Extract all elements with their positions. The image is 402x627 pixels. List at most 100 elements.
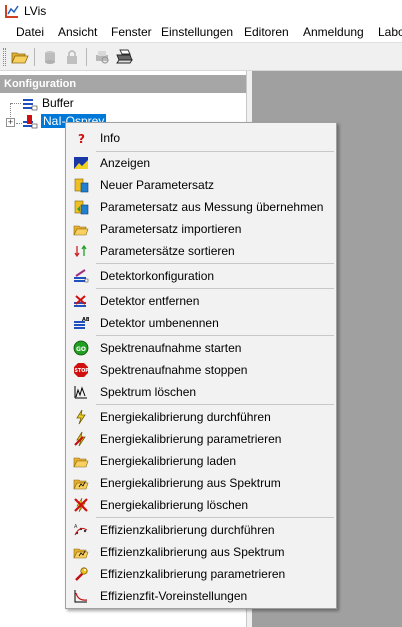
load-folder-icon bbox=[73, 457, 89, 468]
menu-item-label: Neuer Parametersatz bbox=[100, 178, 215, 192]
print-button[interactable] bbox=[114, 47, 134, 67]
question-icon: ? bbox=[78, 132, 85, 146]
menu-item-label: Effizienzkalibrierung durchführen bbox=[100, 523, 275, 537]
toolbar bbox=[0, 43, 402, 71]
menu-item-parametersatz-importieren[interactable]: Parametersatz importieren bbox=[68, 218, 334, 240]
lock-icon-disabled bbox=[67, 50, 77, 64]
menu-item-label: Energiekalibrierung löschen bbox=[100, 498, 249, 512]
lightning-icon bbox=[76, 409, 86, 425]
menu-labor[interactable]: Labo bbox=[378, 25, 402, 39]
svg-text:AB: AB bbox=[82, 317, 89, 323]
menu-item-energiekalibrierung-aus-spektrum[interactable]: Energiekalibrierung aus Spektrum bbox=[68, 472, 334, 494]
svg-text:A: A bbox=[74, 524, 78, 530]
cylinder-icon-disabled bbox=[45, 51, 55, 64]
toolbar-separator bbox=[34, 48, 35, 66]
display-icon bbox=[74, 157, 88, 169]
menu-item-label: Effizienzkalibrierung aus Spektrum bbox=[100, 545, 285, 559]
tree-item-buffer[interactable]: Buffer bbox=[42, 96, 74, 110]
menu-bar: Datei Ansicht Fenster Einstellungen Edit… bbox=[0, 22, 402, 43]
menu-item-label: Detektor umbenennen bbox=[100, 316, 219, 330]
new-parameterset-icon bbox=[74, 178, 89, 193]
detector-icon bbox=[23, 115, 38, 129]
spectrum-delete-icon bbox=[74, 386, 87, 399]
open-folder-icon bbox=[11, 52, 29, 64]
menu-datei[interactable]: Datei bbox=[16, 25, 44, 39]
menu-item-detektor-entfernen[interactable]: Detektor entfernen bbox=[68, 290, 334, 312]
menu-item-energiekalibrierung-parametrieren[interactable]: Energiekalibrierung parametrieren bbox=[68, 428, 334, 450]
menu-item-label: Spektrenaufnahme starten bbox=[100, 341, 242, 355]
go-icon: GO bbox=[73, 340, 89, 356]
menu-item-spektrum-loeschen[interactable]: Spektrum löschen bbox=[68, 381, 334, 403]
tree-connector bbox=[11, 103, 21, 104]
menu-item-energiekalibrierung-laden[interactable]: Energiekalibrierung laden bbox=[68, 450, 334, 472]
menu-separator bbox=[96, 335, 334, 336]
menu-item-anzeigen[interactable]: Anzeigen bbox=[68, 152, 334, 174]
menu-item-label: Parametersätze sortieren bbox=[100, 244, 235, 258]
menu-separator bbox=[96, 517, 334, 518]
menu-separator bbox=[96, 263, 334, 264]
detector-rename-icon: AB bbox=[74, 317, 89, 329]
window-title: LVis bbox=[24, 4, 47, 18]
database-button[interactable] bbox=[40, 47, 60, 67]
lock-button[interactable] bbox=[62, 47, 82, 67]
menu-anmeldung[interactable]: Anmeldung bbox=[303, 25, 364, 39]
menu-item-label: Effizienzfit-Voreinstellungen bbox=[100, 589, 248, 603]
menu-item-parametersatz-aus-messung[interactable]: Parametersatz aus Messung übernehmen bbox=[68, 196, 334, 218]
menu-item-label: Anzeigen bbox=[100, 156, 151, 170]
toolbar-grip[interactable] bbox=[3, 48, 6, 66]
app-logo-icon bbox=[5, 5, 19, 18]
tree-expander[interactable]: + bbox=[6, 118, 15, 127]
menu-item-label: Parametersatz importieren bbox=[100, 222, 242, 236]
menu-editoren[interactable]: Editoren bbox=[244, 25, 289, 39]
menu-item-spektrenaufnahme-stoppen[interactable]: STOP Spektrenaufnahme stoppen bbox=[68, 359, 334, 381]
printer-icon bbox=[116, 49, 133, 64]
title-bar: LVis bbox=[0, 0, 402, 22]
print-preview-button[interactable] bbox=[92, 47, 112, 67]
menu-item-label: Spektrenaufnahme stoppen bbox=[100, 363, 248, 377]
menu-item-neuer-parametersatz[interactable]: Neuer Parametersatz bbox=[68, 174, 334, 196]
menu-item-energiekalibrierung-durchfuehren[interactable]: Energiekalibrierung durchführen bbox=[68, 406, 334, 428]
context-menu: ? Info Anzeigen Neuer Parametersatz Para… bbox=[65, 122, 337, 609]
folder-spectrum-icon bbox=[73, 548, 89, 559]
menu-item-detektorkonfiguration[interactable]: Detektorkonfiguration bbox=[68, 265, 334, 287]
menu-item-label: Energiekalibrierung laden bbox=[100, 454, 237, 468]
wrench-icon bbox=[75, 567, 88, 581]
menu-item-label: Energiekalibrierung aus Spektrum bbox=[100, 476, 281, 490]
efficiency-icon: A bbox=[74, 524, 88, 536]
menu-item-effizienzkalibrierung-aus-spektrum[interactable]: Effizienzkalibrierung aus Spektrum bbox=[68, 541, 334, 563]
menu-item-effizienzkalibrierung-durchfuehren[interactable]: A Effizienzkalibrierung durchführen bbox=[68, 519, 334, 541]
menu-item-label: Energiekalibrierung parametrieren bbox=[100, 432, 282, 446]
stop-icon: STOP bbox=[74, 363, 90, 377]
printer-preview-icon bbox=[96, 51, 109, 64]
menu-item-detektor-umbenennen[interactable]: AB Detektor umbenennen bbox=[68, 312, 334, 334]
sort-arrows-icon bbox=[74, 244, 87, 258]
menu-einstellungen[interactable]: Einstellungen bbox=[161, 25, 233, 39]
svg-text:?: ? bbox=[78, 132, 85, 146]
import-folder-icon bbox=[73, 225, 89, 236]
svg-text:STOP: STOP bbox=[75, 368, 90, 374]
menu-item-label: Parametersatz aus Messung übernehmen bbox=[100, 200, 324, 214]
menu-fenster[interactable]: Fenster bbox=[111, 25, 152, 39]
menu-item-energiekalibrierung-loeschen[interactable]: Energiekalibrierung löschen bbox=[68, 494, 334, 516]
lightning-parameter-icon bbox=[74, 431, 86, 447]
open-button[interactable] bbox=[10, 47, 30, 67]
menu-separator bbox=[96, 288, 334, 289]
menu-item-parametersaetze-sortieren[interactable]: Parametersätze sortieren bbox=[68, 240, 334, 262]
folder-spectrum-icon bbox=[73, 479, 89, 490]
delete-x-icon bbox=[74, 497, 88, 513]
menu-item-effizienzfit-voreinstellungen[interactable]: Effizienzfit-Voreinstellungen bbox=[68, 585, 334, 607]
menu-item-label: Detektor entfernen bbox=[100, 294, 200, 308]
curve-fit-icon bbox=[74, 590, 88, 603]
menu-item-label: Detektorkonfiguration bbox=[100, 269, 215, 283]
svg-text:GO: GO bbox=[76, 346, 86, 353]
menu-separator bbox=[96, 404, 334, 405]
menu-item-spektrenaufnahme-starten[interactable]: GO Spektrenaufnahme starten bbox=[68, 337, 334, 359]
detector-config-icon bbox=[74, 269, 89, 283]
menu-item-label: Effizienzkalibrierung parametrieren bbox=[100, 567, 286, 581]
toolbar-separator bbox=[86, 48, 87, 66]
menu-item-effizienzkalibrierung-parametrieren[interactable]: Effizienzkalibrierung parametrieren bbox=[68, 563, 334, 585]
buffer-icon bbox=[23, 99, 38, 111]
menu-ansicht[interactable]: Ansicht bbox=[58, 25, 97, 39]
config-panel-title: Konfiguration bbox=[0, 75, 246, 93]
menu-item-info[interactable]: ? Info bbox=[68, 127, 334, 149]
